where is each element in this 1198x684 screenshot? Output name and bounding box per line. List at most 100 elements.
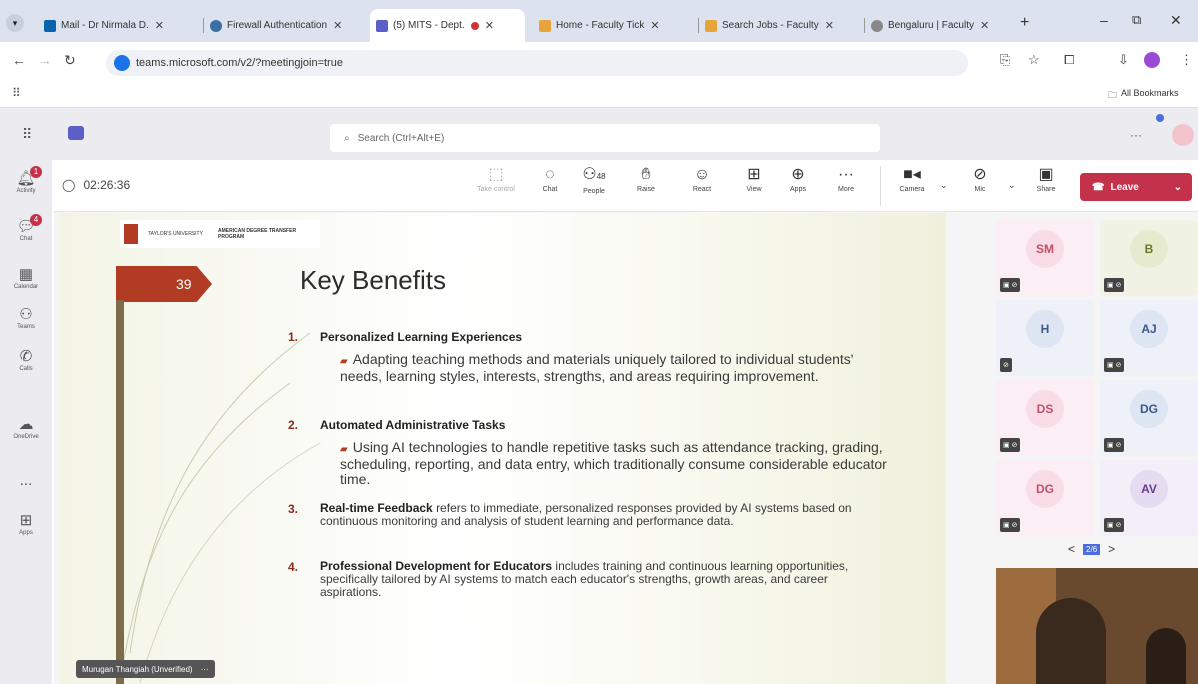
all-bookmarks-button[interactable]: 🗀 All Bookmarks xyxy=(1108,88,1179,104)
reload-icon[interactable]: ↻ xyxy=(64,52,76,69)
notification-dot xyxy=(1156,114,1164,122)
calendar-icon: ▦ xyxy=(18,266,34,283)
outlook-icon xyxy=(44,19,56,32)
profile-avatar[interactable] xyxy=(1144,52,1160,68)
teams-search-input[interactable]: ⌕ Search (Ctrl+Alt+E) xyxy=(330,124,880,152)
forward-icon[interactable]: → xyxy=(38,52,52,68)
participant-tile[interactable]: H ⊘ xyxy=(996,300,1094,376)
tab-search-icon[interactable]: ▾ xyxy=(6,14,24,32)
rail-apps[interactable]: ⊞ Apps xyxy=(0,512,52,536)
person-silhouette xyxy=(1146,628,1186,684)
back-icon[interactable]: ← xyxy=(12,52,26,68)
mic-muted-icon: ⊘ xyxy=(973,166,987,183)
close-tab-icon[interactable]: ✕ xyxy=(650,19,659,32)
tab-mail[interactable]: Mail - Dr Nirmala D. ✕ xyxy=(38,9,204,42)
rail-calls[interactable]: ✆ Calls xyxy=(0,348,52,372)
mic-button[interactable]: ⊘ Mic xyxy=(960,164,1000,193)
rail-calendar[interactable]: ▦ Calendar xyxy=(0,266,52,290)
mic-muted-icon: ▣ ⊘ xyxy=(1000,518,1021,532)
participant-tile[interactable]: B ▣ ⊘ xyxy=(1100,220,1198,296)
presenter-name-label: Murugan Thangiah (Unverified) ··· xyxy=(76,660,215,678)
mic-muted-icon: ▣ ⊘ xyxy=(1104,518,1125,532)
meeting-timer: ◯ 02:26:36 xyxy=(62,178,131,192)
rail-activity[interactable]: 🔔︎ 1 Activity xyxy=(0,166,52,194)
take-control-icon: ⬚ xyxy=(488,166,504,183)
take-control-button[interactable]: ⬚ Take control xyxy=(476,164,516,193)
downloads-icon[interactable]: ⇩ xyxy=(1118,52,1129,68)
minimize-icon[interactable]: – xyxy=(1100,12,1108,28)
camera-icon: ■◂ xyxy=(903,166,921,183)
extensions-icon[interactable]: ⧠ xyxy=(1064,52,1074,68)
close-tab-icon[interactable]: ✕ xyxy=(155,19,164,32)
phone-icon: ✆ xyxy=(19,348,33,365)
slide-title: Key Benefits xyxy=(300,265,446,295)
cast-icon[interactable]: ⎘ xyxy=(1000,52,1010,68)
globe-icon xyxy=(210,19,222,32)
close-window-icon[interactable]: ✕ xyxy=(1170,12,1182,29)
site-info-icon[interactable] xyxy=(114,55,130,71)
list-item-detail: ▰ Using AI technologies to handle repetit… xyxy=(340,439,887,487)
participant-tile[interactable]: DG ▣ ⊘ xyxy=(1100,380,1198,456)
teams-icon xyxy=(376,19,388,32)
settings-more-icon[interactable]: ··· xyxy=(1130,128,1142,142)
view-button[interactable]: ⊞ View xyxy=(734,164,774,193)
leave-options-chevron-icon[interactable]: ⌄ xyxy=(1174,182,1182,193)
recording-icon xyxy=(470,21,479,30)
participant-tile[interactable]: SM ▣ ⊘ xyxy=(996,220,1094,296)
bookmarks-bar: ⠿ 🗀 All Bookmarks xyxy=(0,82,1198,108)
browser-tab-strip: ▾ Mail - Dr Nirmala D. ✕ Firewall Authen… xyxy=(0,0,1198,42)
raise-hand-button[interactable]: ✋︎ Raise xyxy=(626,164,666,193)
globe-icon xyxy=(871,19,883,32)
mic-muted-icon: ▣ ⊘ xyxy=(1000,278,1021,292)
slide-logo: TAYLOR'S UNIVERSITY AMERICAN DEGREE TRAN… xyxy=(120,220,320,248)
close-tab-icon[interactable]: ✕ xyxy=(980,19,989,32)
close-tab-icon[interactable]: ✕ xyxy=(485,19,494,32)
participant-tile[interactable]: AJ ▣ ⊘ xyxy=(1100,300,1198,376)
user-avatar[interactable] xyxy=(1172,124,1194,146)
participants-pager: < 2/6 > xyxy=(1068,542,1115,556)
apps-button[interactable]: ⊕ Apps xyxy=(778,164,818,193)
tab-firewall[interactable]: Firewall Authentication ✕ xyxy=(204,9,370,42)
mic-options-chevron-icon[interactable]: ⌄ xyxy=(1008,180,1016,191)
person-silhouette xyxy=(1036,598,1106,684)
add-app-icon: ⊕ xyxy=(791,166,805,183)
restore-icon[interactable]: ⧉ xyxy=(1132,12,1141,28)
participant-tile[interactable]: DG ▣ ⊘ xyxy=(996,460,1094,536)
camera-button[interactable]: ■◂ Camera xyxy=(892,164,932,193)
leave-button[interactable]: ☎ Leave ⌄ xyxy=(1080,173,1192,201)
participant-tile[interactable]: DS ▣ ⊘ xyxy=(996,380,1094,456)
tab-teams-active[interactable]: (5) MITS - Dept. ✕ xyxy=(370,9,525,42)
shield-icon: ◯ xyxy=(62,178,76,192)
share-screen-icon: ▣ xyxy=(1038,166,1054,183)
browser-menu-icon[interactable]: ⋮ xyxy=(1180,52,1193,68)
rail-chat[interactable]: 💬︎ 4 Chat xyxy=(0,214,52,242)
camera-options-chevron-icon[interactable]: ⌄ xyxy=(940,180,948,191)
next-page-button[interactable]: > xyxy=(1108,542,1115,556)
rail-more[interactable]: ... xyxy=(0,472,52,490)
react-button[interactable]: ☺ React xyxy=(682,164,722,193)
bookmark-star-icon[interactable]: ☆ xyxy=(1028,52,1040,68)
hand-icon: ✋︎ xyxy=(641,166,651,183)
apps-grid-icon[interactable]: ⠿ xyxy=(12,86,21,100)
people-button[interactable]: ⚇48 People xyxy=(574,164,614,195)
rail-teams[interactable]: ⚇ Teams xyxy=(0,306,52,330)
prev-page-button[interactable]: < xyxy=(1068,542,1075,556)
mic-muted-icon: ▣ ⊘ xyxy=(1104,438,1125,452)
close-tab-icon[interactable]: ✕ xyxy=(333,19,342,32)
rail-onedrive[interactable]: ☁ OneDrive xyxy=(0,416,52,440)
tab-search-jobs[interactable]: Search Jobs - Faculty ✕ xyxy=(699,9,865,42)
tab-bengaluru[interactable]: Bengaluru | Faculty ✕ xyxy=(865,9,1015,42)
more-button[interactable]: ··· More xyxy=(826,164,866,193)
search-icon: ⌕ xyxy=(344,132,350,144)
url-bar[interactable]: teams.microsoft.com/v2/?meetingjoin=true xyxy=(106,50,968,76)
close-tab-icon[interactable]: ✕ xyxy=(825,19,834,32)
new-tab-button[interactable]: + xyxy=(1020,14,1029,32)
app-launcher-icon[interactable]: ⠿ xyxy=(22,126,32,143)
chat-button[interactable]: ◌ Chat xyxy=(530,164,570,193)
tab-faculty-home[interactable]: Home - Faculty Tick ✕ xyxy=(533,9,699,42)
participant-tile[interactable]: AV ▣ ⊘ xyxy=(1100,460,1198,536)
more-dots-icon[interactable]: ··· xyxy=(201,665,209,674)
share-button[interactable]: ▣ Share xyxy=(1026,164,1066,193)
add-app-icon: ⊞ xyxy=(19,512,33,529)
mic-muted-icon: ▣ ⊘ xyxy=(1000,438,1021,452)
